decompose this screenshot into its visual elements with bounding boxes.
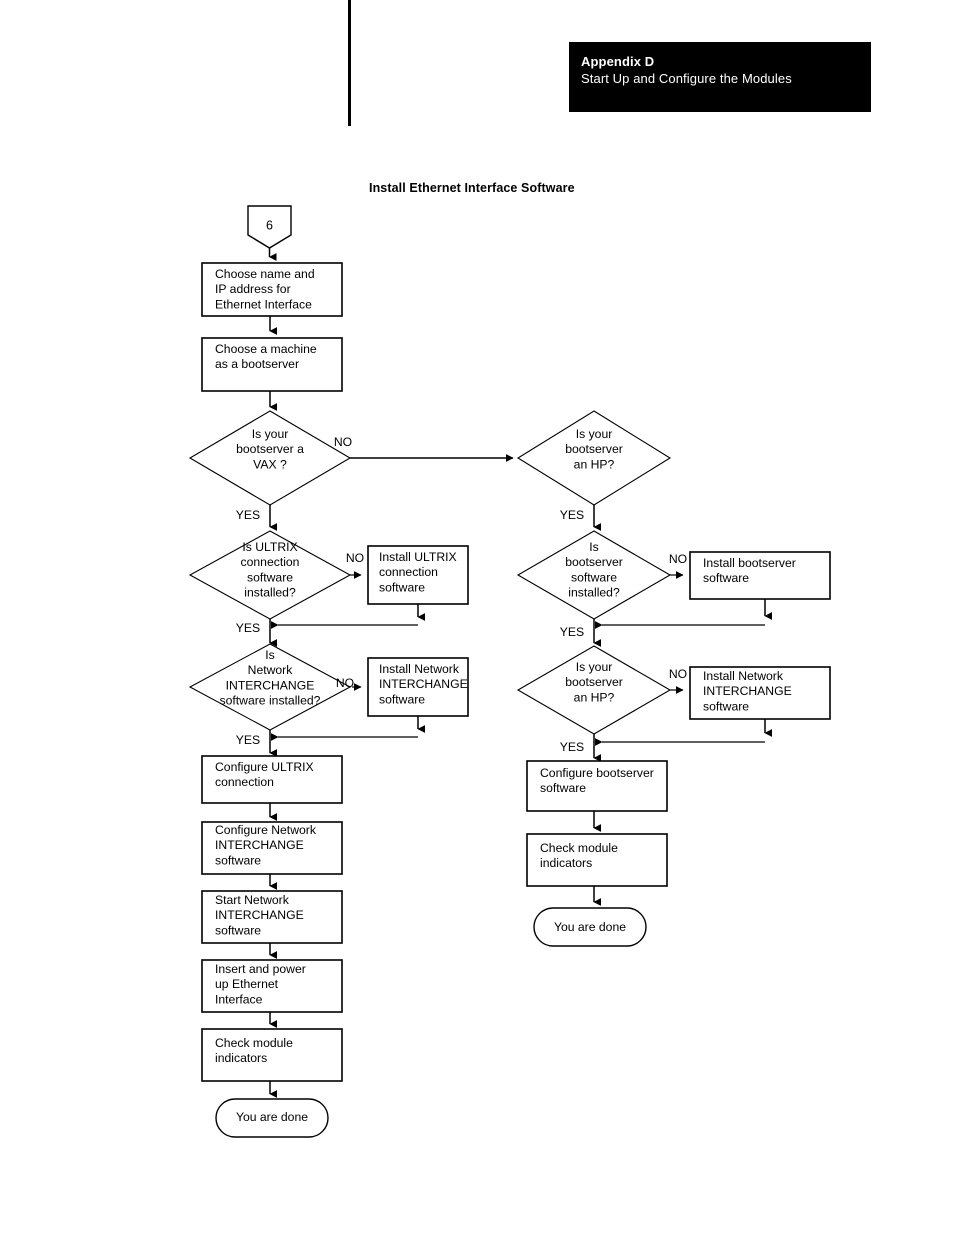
decision-bootserver-software-installed: Is bootserver software installed? xyxy=(516,530,672,620)
edge-label-bootserver-sw-no: NO xyxy=(669,552,687,566)
terminator-you-are-done-left-label: You are done xyxy=(236,1110,308,1124)
node-install-network-interchange-right: Install Network INTERCHANGE software xyxy=(689,666,831,720)
edge-label-vax-yes: YES xyxy=(236,508,260,522)
decision-interchange-installed: Is Network INTERCHANGE software installed? xyxy=(188,643,352,731)
connector-page-6-label: 6 xyxy=(266,218,273,232)
terminator-you-are-done-left: You are done xyxy=(215,1098,329,1138)
node-install-ultrix: Install ULTRIX connection software xyxy=(367,545,469,605)
node-configure-bootserver-software: Configure bootserver software xyxy=(526,760,668,812)
edge-label-ultrix-yes: YES xyxy=(236,621,260,635)
node-choose-machine: Choose a machine as a bootserver xyxy=(201,337,343,392)
connector-page-6: 6 xyxy=(247,205,292,249)
node-configure-network-interchange: Configure Network INTERCHANGE software xyxy=(201,821,343,875)
flowchart-diagram: 6 Choose name and IP address for Ethernet … xyxy=(188,205,831,1138)
edge-label-hp2-yes: YES xyxy=(560,740,584,754)
node-install-bootserver-software: Install bootserver software xyxy=(689,551,831,600)
node-install-network-interchange-left: Install Network INTERCHANGE software xyxy=(367,657,469,717)
node-start-network-interchange: Start Network INTERCHANGE software xyxy=(201,890,343,944)
decision-bootserver-hp-2: Is your bootserver an HP? xyxy=(516,645,672,735)
node-check-module-indicators-right: Check module indicators xyxy=(526,833,668,887)
terminator-you-are-done-right-label: You are done xyxy=(554,920,626,934)
document-page: Appendix D Start Up and Configure the Mo… xyxy=(0,0,954,1235)
edge-label-hp2-no: NO xyxy=(669,667,687,681)
decision-bootserver-hp-1: Is your bootserver an HP? xyxy=(516,410,672,506)
terminator-you-are-done-right: You are done xyxy=(533,907,647,947)
edge-label-vax-no: NO xyxy=(334,435,352,449)
edge-label-interchange-no: NO xyxy=(336,676,354,690)
edge-label-hp1-yes: YES xyxy=(560,508,584,522)
decision-bootserver-vax: Is your bootserver a VAX ? xyxy=(188,410,352,506)
node-insert-power-ethernet: Insert and power up Ethernet Interface xyxy=(201,959,343,1013)
decision-interchange-installed-label: Is Network INTERCHANGE software installed? xyxy=(220,648,321,708)
node-configure-ultrix: Configure ULTRIX connection xyxy=(201,755,343,804)
edge-label-interchange-yes: YES xyxy=(236,733,260,747)
decision-ultrix-installed-label: Is ULTRIX connection software installed? xyxy=(241,540,300,600)
decision-ultrix-installed: Is ULTRIX connection software installed? xyxy=(188,530,352,620)
edge-label-ultrix-no: NO xyxy=(346,551,364,565)
node-choose-name-ip: Choose name and IP address for Ethernet In… xyxy=(201,262,343,317)
node-check-module-indicators-left: Check module indicators xyxy=(201,1028,343,1082)
edge-label-bootserver-sw-yes: YES xyxy=(560,625,584,639)
